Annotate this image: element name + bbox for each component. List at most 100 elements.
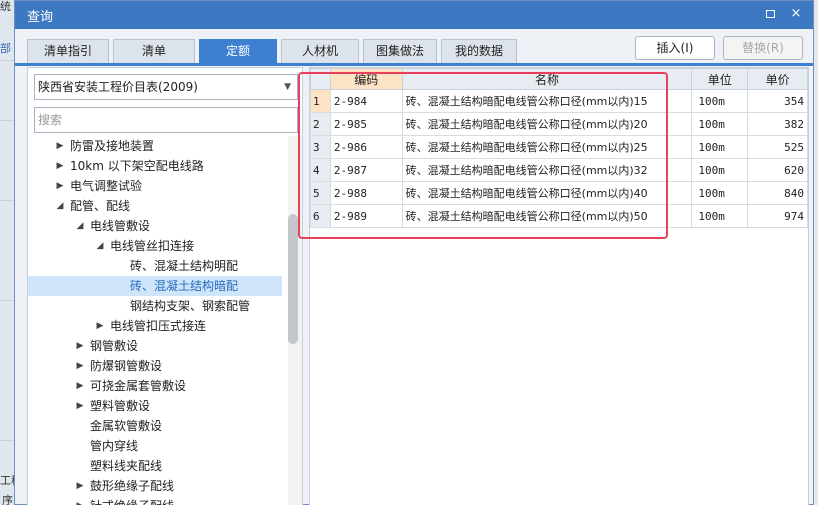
dialog-title: 查询 (27, 10, 54, 25)
tree-item-label: 电气调整试验 (70, 179, 143, 193)
expand-arrow-icon[interactable]: ▶ (74, 396, 86, 416)
table-row[interactable]: 4 2-987 砖、混凝土结构暗配电线管公称口径(mm以内)32 100m 62… (310, 158, 808, 182)
tree-item[interactable]: ▶ 10km 以下架空配电线路 (28, 156, 282, 176)
table-row[interactable]: 3 2-986 砖、混凝土结构暗配电线管公称口径(mm以内)25 100m 52… (310, 135, 808, 159)
cell-price[interactable]: 354 (747, 89, 808, 113)
tree-item[interactable]: ▶ 钢管敷设 (28, 336, 282, 356)
tree-item-label: 防雷及接地装置 (70, 139, 155, 153)
tree-item[interactable]: ▶ 电线管扣压式接连 (28, 316, 282, 336)
cell-name[interactable]: 砖、混凝土结构暗配电线管公称口径(mm以内)15 (401, 89, 693, 113)
expand-arrow-icon[interactable]: ▶ (74, 356, 86, 376)
cell-name[interactable]: 砖、混凝土结构暗配电线管公称口径(mm以内)32 (401, 158, 693, 182)
cell-unit[interactable]: 100m (691, 112, 749, 136)
tree-item-label: 配管、配线 (70, 199, 131, 213)
quota-table: 编码 名称 单位 单价 1 2-984 砖、混凝土结构暗配电线管公称口径(mm以… (310, 68, 808, 228)
expand-arrow-icon[interactable]: ▶ (54, 176, 66, 196)
cell-price[interactable]: 382 (747, 112, 808, 136)
tab-list[interactable]: 清单 (113, 39, 195, 63)
expand-arrow-icon[interactable]: ▶ (74, 496, 86, 505)
tree-item-label: 防爆钢管敷设 (90, 359, 163, 373)
cell-name[interactable]: 砖、混凝土结构暗配电线管公称口径(mm以内)40 (401, 181, 693, 205)
header-price[interactable]: 单价 (747, 68, 808, 90)
cell-code[interactable]: 2-987 (329, 158, 403, 182)
expand-arrow-icon[interactable]: ▶ (74, 336, 86, 356)
tab-underline (15, 63, 813, 66)
cell-name[interactable]: 砖、混凝土结构暗配电线管公称口径(mm以内)20 (401, 112, 693, 136)
expand-arrow-icon[interactable]: ▶ (74, 476, 86, 496)
expand-arrow-icon[interactable]: ▶ (94, 316, 106, 336)
tree-item[interactable]: ▶ 鼓形绝缘子配线 (28, 476, 282, 496)
cell-unit[interactable]: 100m (691, 204, 749, 228)
tree-item[interactable]: ▶ 塑料管敷设 (28, 396, 282, 416)
cell-price[interactable]: 525 (747, 135, 808, 159)
dialog-titlebar: 查询 × (15, 1, 813, 29)
cell-unit[interactable]: 100m (691, 135, 749, 159)
tree-item[interactable]: 塑料线夹配线 (28, 456, 282, 476)
maximize-icon[interactable] (761, 5, 779, 23)
cell-unit[interactable]: 100m (691, 158, 749, 182)
row-number: 1 (310, 89, 331, 113)
tab-atlas-method[interactable]: 图集做法 (363, 39, 437, 63)
cell-name[interactable]: 砖、混凝土结构暗配电线管公称口径(mm以内)25 (401, 135, 693, 159)
replace-button[interactable]: 替换(R) (723, 36, 803, 60)
insert-button[interactable]: 插入(I) (635, 36, 715, 60)
table-row[interactable]: 5 2-988 砖、混凝土结构暗配电线管公称口径(mm以内)40 100m 84… (310, 181, 808, 205)
tree-item[interactable]: 管内穿线 (28, 436, 282, 456)
search-placeholder: 搜索 (38, 113, 63, 127)
tree-item[interactable]: 砖、混凝土结构明配 (28, 256, 282, 276)
scrollbar-thumb[interactable] (288, 214, 298, 344)
tree-item[interactable]: ▶ 可挠金属套管敷设 (28, 376, 282, 396)
cell-price[interactable]: 974 (747, 204, 808, 228)
tree-item[interactable]: ◢ 电线管丝扣连接 (28, 236, 282, 256)
cell-name[interactable]: 砖、混凝土结构暗配电线管公称口径(mm以内)50 (401, 204, 693, 228)
header-name[interactable]: 名称 (401, 68, 693, 90)
tree-item-label: 金属软管敷设 (90, 419, 163, 433)
table-row[interactable]: 6 2-989 砖、混凝土结构暗配电线管公称口径(mm以内)50 100m 97… (310, 204, 808, 228)
header-corner (310, 68, 331, 90)
tree-item[interactable]: ▶ 防爆钢管敷设 (28, 356, 282, 376)
chapter-tree: ▶ 防雷及接地装置 ▶ 10km 以下架空配电线路 ▶ 电气调整试验 ◢ 配管、… (28, 136, 282, 505)
tree-item-selected[interactable]: 砖、混凝土结构暗配 (28, 276, 282, 296)
cell-unit[interactable]: 100m (691, 89, 749, 113)
tree-item-label: 砖、混凝土结构暗配 (130, 279, 239, 293)
cell-price[interactable]: 840 (747, 181, 808, 205)
tree-item[interactable]: 钢结构支架、钢索配管 (28, 296, 282, 316)
tree-item-label: 10km 以下架空配电线路 (70, 159, 204, 173)
collapse-arrow-icon[interactable]: ◢ (94, 236, 106, 256)
tab-list-guide[interactable]: 清单指引 (27, 39, 109, 63)
tree-item-label: 管内穿线 (90, 439, 139, 453)
expand-arrow-icon[interactable]: ▶ (54, 136, 66, 156)
tab-quota[interactable]: 定额 (199, 39, 277, 63)
header-code[interactable]: 编码 (329, 68, 403, 90)
collapse-arrow-icon[interactable]: ◢ (74, 216, 86, 236)
query-dialog: 查询 × 清单指引 清单 定额 人材机 图集做法 我的数据 插入(I) 替换(R… (14, 0, 814, 505)
cell-unit[interactable]: 100m (691, 181, 749, 205)
cell-code[interactable]: 2-989 (329, 204, 403, 228)
header-unit[interactable]: 单位 (691, 68, 749, 90)
cell-code[interactable]: 2-985 (329, 112, 403, 136)
tab-labor-material[interactable]: 人材机 (281, 39, 359, 63)
close-icon[interactable]: × (787, 5, 805, 23)
tree-item[interactable]: ▶ 防雷及接地装置 (28, 136, 282, 156)
tree-item[interactable]: ◢ 电线管敷设 (28, 216, 282, 236)
chevron-down-icon[interactable]: ▼ (284, 75, 291, 99)
cell-price[interactable]: 620 (747, 158, 808, 182)
table-row[interactable]: 2 2-985 砖、混凝土结构暗配电线管公称口径(mm以内)20 100m 38… (310, 112, 808, 136)
expand-arrow-icon[interactable]: ▶ (54, 156, 66, 176)
cell-code[interactable]: 2-988 (329, 181, 403, 205)
tree-item[interactable]: ◢ 配管、配线 (28, 196, 282, 216)
library-panel: 陕西省安装工程价目表(2009) ▼ 搜索 ▶ 防雷及接地装置 ▶ 10km 以… (27, 67, 303, 505)
collapse-arrow-icon[interactable]: ◢ (54, 196, 66, 216)
tree-item-label: 钢管敷设 (90, 339, 139, 353)
tree-item-label: 砖、混凝土结构明配 (130, 259, 239, 273)
expand-arrow-icon[interactable]: ▶ (74, 376, 86, 396)
cell-code[interactable]: 2-986 (329, 135, 403, 159)
tree-item[interactable]: 金属软管敷设 (28, 416, 282, 436)
table-row[interactable]: 1 2-984 砖、混凝土结构暗配电线管公称口径(mm以内)15 100m 35… (310, 89, 808, 113)
tab-my-data[interactable]: 我的数据 (441, 39, 517, 63)
cell-code[interactable]: 2-984 (329, 89, 403, 113)
tree-item[interactable]: ▶ 电气调整试验 (28, 176, 282, 196)
search-input[interactable]: 搜索 (34, 107, 298, 133)
library-select[interactable]: 陕西省安装工程价目表(2009) ▼ (34, 74, 298, 100)
tree-item[interactable]: ▶ 针式绝缘子配线 (28, 496, 282, 505)
